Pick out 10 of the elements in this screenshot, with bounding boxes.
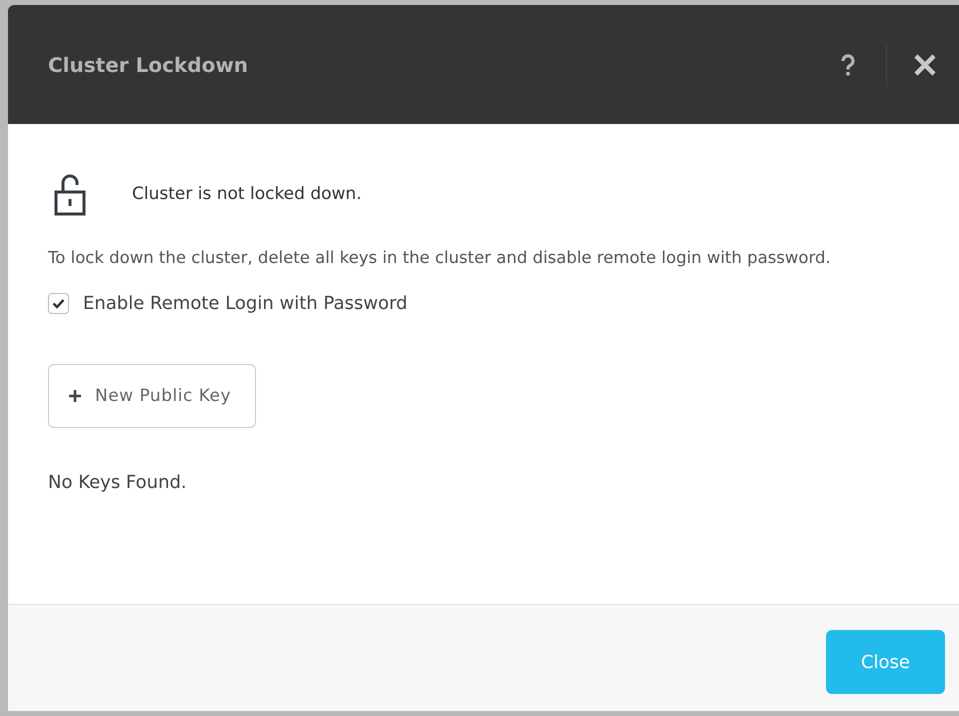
checkmark-icon: [52, 298, 65, 309]
checkbox[interactable]: [48, 293, 69, 314]
plus-icon: [69, 390, 81, 402]
new-public-key-button[interactable]: New Public Key: [48, 364, 256, 428]
close-icon[interactable]: [913, 52, 937, 76]
checkbox-label: Enable Remote Login with Password: [83, 293, 408, 314]
description-text: To lock down the cluster, delete all keys in the cluster and disable remote login with password.: [48, 247, 832, 269]
empty-keys-message: No Keys Found.: [48, 472, 188, 493]
lock-status-text: Cluster is not locked down.: [132, 184, 362, 204]
dialog-title: Cluster Lockdown: [48, 52, 250, 76]
